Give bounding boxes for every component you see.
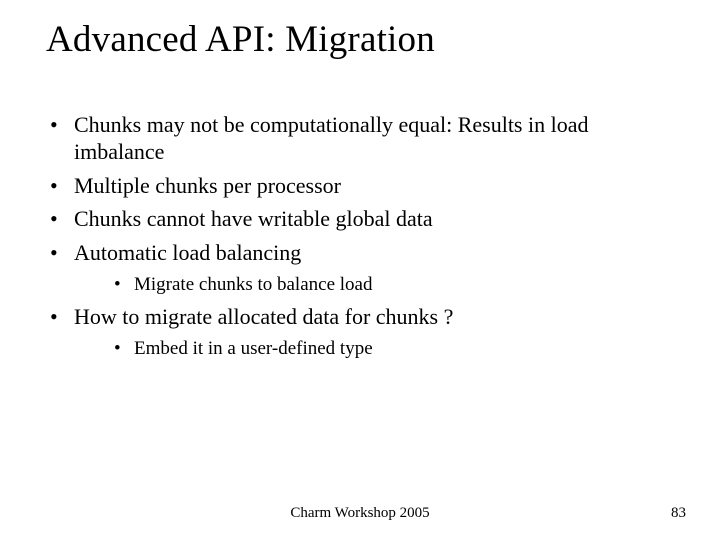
sub-bullet-list: Migrate chunks to balance load [74, 273, 680, 297]
sub-bullet-item: Migrate chunks to balance load [74, 273, 680, 297]
bullet-item: Chunks may not be computationally equal:… [40, 112, 680, 166]
bullet-item: Chunks cannot have writable global data [40, 206, 680, 233]
footer-center: Charm Workshop 2005 [0, 505, 720, 522]
sub-bullet-text: Embed it in a user-defined type [134, 338, 373, 359]
bullet-text: Multiple chunks per processor [74, 173, 341, 198]
bullet-list: Chunks may not be computationally equal:… [40, 112, 680, 360]
bullet-item: Multiple chunks per processor [40, 173, 680, 200]
bullet-text: Chunks cannot have writable global data [74, 206, 433, 231]
sub-bullet-list: Embed it in a user-defined type [74, 337, 680, 361]
slide-title: Advanced API: Migration [46, 18, 435, 61]
bullet-item: Automatic load balancing Migrate chunks … [40, 240, 680, 297]
slide-body: Chunks may not be computationally equal:… [40, 112, 680, 367]
bullet-item: How to migrate allocated data for chunks… [40, 304, 680, 361]
slide-number: 83 [671, 505, 686, 522]
bullet-text: How to migrate allocated data for chunks… [74, 304, 453, 329]
bullet-text: Automatic load balancing [74, 240, 301, 265]
sub-bullet-item: Embed it in a user-defined type [74, 337, 680, 361]
sub-bullet-text: Migrate chunks to balance load [134, 274, 372, 295]
slide: Advanced API: Migration Chunks may not b… [0, 0, 720, 540]
bullet-text: Chunks may not be computationally equal:… [74, 112, 589, 164]
